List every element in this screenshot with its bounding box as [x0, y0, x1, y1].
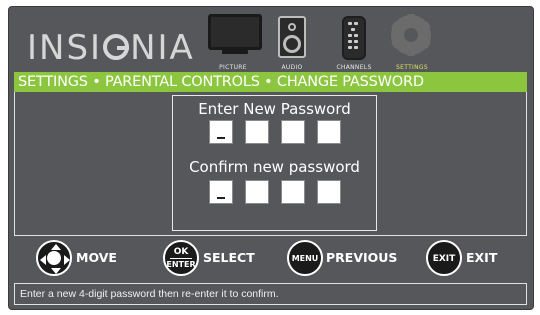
new-password-digit-2[interactable] — [245, 120, 269, 144]
tv-icon — [208, 10, 262, 56]
nav-exit-label: EXIT — [466, 250, 498, 265]
menu-item-audio[interactable]: AUDIO — [278, 10, 306, 71]
new-password-digit-3[interactable] — [281, 120, 305, 144]
confirm-password-digit-4[interactable] — [317, 180, 341, 204]
password-entry-box: Enter New Password Confirm new password — [172, 95, 377, 231]
menu-key-icon: MENU — [287, 240, 323, 276]
ok-enter-key-icon: OK ENTER — [163, 240, 199, 276]
nav-move: MOVE — [36, 240, 136, 276]
gear-icon — [390, 14, 432, 58]
nav-previous-label: PREVIOUS — [326, 250, 398, 265]
menu-key-text: MENU — [291, 254, 319, 263]
confirm-password-digit-3[interactable] — [281, 180, 305, 204]
insignia-logo: INSI NIA — [27, 31, 195, 65]
enter-key-text: ENTER — [166, 260, 196, 269]
exit-key-icon: EXIT — [426, 240, 462, 276]
confirm-password-digit-2[interactable] — [245, 180, 269, 204]
confirm-password-title: Confirm new password — [189, 158, 360, 176]
nav-select-label: SELECT — [203, 250, 255, 265]
breadcrumb: SETTINGS • PARENTAL CONTROLS • CHANGE PA… — [14, 72, 527, 92]
exit-key-text: EXIT — [432, 254, 456, 264]
menu-label-settings: SETTINGS — [396, 64, 428, 71]
text-cursor — [217, 137, 225, 139]
speaker-icon — [278, 16, 306, 58]
nav-move-label: MOVE — [76, 250, 117, 265]
logo-g-mark — [103, 34, 130, 60]
logo-text-right: NIA — [130, 28, 195, 68]
menu-item-channels[interactable]: CHANNELS — [336, 10, 371, 71]
nav-previous: MENU PREVIOUS — [287, 240, 407, 276]
menu-label-audio: AUDIO — [281, 64, 303, 71]
new-password-digit-4[interactable] — [317, 120, 341, 144]
help-text-bar: Enter a new 4-digit password then re-ent… — [14, 283, 527, 305]
new-password-digit-1[interactable] — [209, 120, 233, 144]
enter-password-title: Enter New Password — [198, 100, 351, 118]
menu-item-picture[interactable]: PICTURE — [206, 10, 262, 71]
nav-select: OK ENTER SELECT — [163, 240, 273, 276]
nav-exit: EXIT EXIT — [426, 240, 506, 276]
confirm-password-digit-1[interactable] — [209, 180, 233, 204]
remote-icon — [342, 16, 366, 60]
menu-item-settings[interactable]: SETTINGS — [390, 10, 432, 71]
text-cursor — [217, 197, 225, 199]
ok-key-text: OK — [173, 247, 189, 257]
arrows-icon — [36, 240, 72, 276]
logo-text-left: INSI — [27, 28, 103, 68]
